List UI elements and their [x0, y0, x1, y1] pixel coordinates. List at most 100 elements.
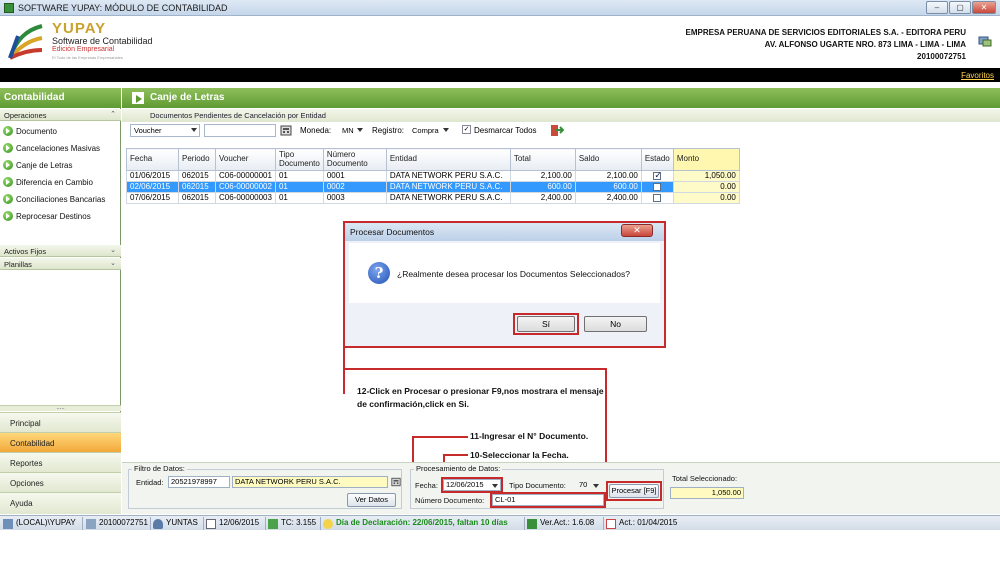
favorites-link[interactable]: Favoritos: [961, 71, 994, 80]
nav-reportes[interactable]: Reportes: [0, 452, 121, 472]
col-periodo[interactable]: Periodo: [178, 148, 216, 171]
chevron-up-icon: ⌃: [110, 111, 116, 118]
calendar-icon: [206, 519, 216, 529]
lightbulb-icon: [323, 519, 333, 529]
cell-voucher: C06-00000003: [215, 192, 276, 204]
nav-opciones[interactable]: Opciones: [0, 472, 121, 492]
status-separator: [203, 517, 204, 530]
chevron-down-icon: [191, 128, 197, 132]
cell-monto[interactable]: 0.00: [672, 181, 740, 193]
col-numero[interactable]: Número Documento: [322, 148, 387, 171]
status-text: 12/06/2015: [219, 518, 260, 527]
page-title-bar: Canje de Letras: [122, 88, 1000, 108]
go-arrow-icon: [3, 193, 13, 204]
fecha-label: Fecha:: [415, 481, 438, 490]
desmarcar-checkbox-icon[interactable]: ✓: [462, 125, 471, 134]
cell-tipo: 01: [274, 170, 324, 182]
status-server: (LOCAL)\YUPAY: [3, 518, 76, 529]
cell-fecha: 02/06/2015: [126, 181, 179, 193]
estado-checkbox[interactable]: [653, 170, 662, 180]
sidebar-item-conciliaciones[interactable]: Conciliaciones Bancarias: [3, 192, 119, 207]
status-separator: [150, 517, 151, 530]
dialog-no-button[interactable]: No: [584, 316, 647, 332]
cell-monto[interactable]: 1,050.00: [672, 170, 740, 182]
col-estado[interactable]: Estado: [640, 148, 674, 171]
sidebar-item-documento[interactable]: Documento: [3, 124, 119, 139]
sidebar-group-operaciones[interactable]: Operaciones ⌃: [0, 109, 121, 121]
cell-fecha: 01/06/2015: [126, 170, 179, 182]
brand-name: YUPAY: [52, 20, 107, 37]
minimize-button[interactable]: –: [926, 1, 948, 14]
yupay-logo-icon: [6, 22, 46, 62]
nav-contabilidad[interactable]: Contabilidad: [0, 432, 121, 452]
table-row[interactable]: 02/06/2015 062015 C06-00000002 01 0002 D…: [126, 181, 740, 193]
col-voucher[interactable]: Voucher: [215, 148, 276, 171]
dialog-close-button[interactable]: ✕: [621, 224, 653, 237]
col-saldo[interactable]: Saldo: [574, 148, 642, 171]
document-type-select[interactable]: Voucher: [130, 124, 200, 137]
highlight-box: [441, 477, 503, 493]
estado-checkbox[interactable]: [653, 182, 662, 191]
company-address: AV. ALFONSO UGARTE NRO. 873 LIMA - LIMA …: [764, 40, 966, 49]
window-title-bar: SOFTWARE YUPAY: MÓDULO DE CONTABILIDAD –…: [0, 0, 1000, 16]
col-total[interactable]: Total: [509, 148, 576, 171]
estado-checkbox[interactable]: [653, 193, 662, 202]
col-tipo[interactable]: Tipo Documento: [274, 148, 324, 171]
cell-monto[interactable]: 0.00: [672, 192, 740, 204]
network-icon[interactable]: [978, 34, 992, 48]
annotation-line: [343, 368, 345, 394]
sidebar-item-reprocesar[interactable]: Reprocesar Destinos: [3, 209, 119, 224]
tipo-documento-select[interactable]: 70: [576, 479, 602, 491]
sidebar-splitter[interactable]: .....: [0, 405, 121, 411]
col-entidad[interactable]: Entidad: [385, 148, 511, 171]
exit-icon[interactable]: [550, 124, 564, 137]
status-text: Ver.Act.: 1.6.08: [540, 518, 595, 527]
calculator-icon[interactable]: [391, 477, 401, 487]
registro-label: Registro:: [372, 126, 405, 135]
sidebar-item-diferencia[interactable]: Diferencia en Cambio: [3, 175, 119, 190]
sidebar-item-label: Reprocesar Destinos: [16, 212, 91, 221]
status-separator: [603, 517, 604, 530]
sidebar-group-planillas[interactable]: Planillas ⌄: [0, 258, 121, 270]
building-icon: [86, 519, 96, 529]
maximize-button[interactable]: ▢: [949, 1, 971, 14]
status-separator: [320, 517, 321, 530]
sidebar-item-label: Cancelaciones Masivas: [16, 144, 101, 153]
search-input[interactable]: [204, 124, 276, 137]
status-separator: [82, 517, 83, 530]
close-button[interactable]: ✕: [972, 1, 996, 14]
desmarcar-todos-button[interactable]: Desmarcar Todos: [474, 126, 537, 135]
annotation-line: [412, 436, 468, 438]
sidebar-group-activos[interactable]: Activos Fijos ⌄: [0, 245, 121, 257]
sidebar-item-cancelaciones[interactable]: Cancelaciones Masivas: [3, 141, 119, 156]
col-monto[interactable]: Monto: [672, 148, 740, 171]
go-arrow-icon: [3, 125, 13, 136]
select-value: Voucher: [134, 126, 162, 135]
annotation-step-10: 10-Seleccionar la Fecha.: [470, 450, 569, 460]
select-value: Compra: [412, 126, 439, 135]
col-fecha[interactable]: Fecha: [126, 148, 179, 171]
status-text: 20100072751: [99, 518, 148, 527]
status-declaracion: Día de Declaración: 22/06/2015, faltan 1…: [323, 518, 508, 529]
group-label: Planillas: [4, 260, 32, 269]
moneda-select[interactable]: MN: [338, 124, 366, 137]
status-ruc: 20100072751: [86, 518, 148, 529]
go-arrow-icon: [3, 176, 13, 187]
cell-entidad: DATA NETWORK PERU S.A.C.: [385, 170, 511, 182]
table-row[interactable]: 01/06/2015 062015 C06-00000001 01 0001 D…: [126, 170, 740, 182]
sidebar-item-canje-letras[interactable]: Canje de Letras: [3, 158, 119, 173]
status-separator: [524, 517, 525, 530]
calculator-icon[interactable]: [280, 125, 292, 136]
cell-periodo: 062015: [178, 181, 216, 193]
registro-select[interactable]: Compra: [408, 124, 452, 137]
nav-ayuda[interactable]: Ayuda: [0, 492, 121, 514]
ver-datos-button[interactable]: Ver Datos: [347, 493, 396, 507]
highlight-box: [513, 313, 579, 335]
nav-principal[interactable]: Principal: [0, 412, 121, 432]
entidad-ruc-field[interactable]: 20521978997: [168, 476, 230, 488]
status-text: TC: 3.155: [281, 518, 317, 527]
cell-saldo: 2,100.00: [574, 170, 642, 182]
cell-tipo: 01: [274, 181, 324, 193]
table-row[interactable]: 07/06/2015 062015 C06-00000003 01 0003 D…: [126, 192, 740, 204]
toolbar: Voucher Moneda: MN Registro: Compra ✓ De…: [126, 124, 1000, 138]
